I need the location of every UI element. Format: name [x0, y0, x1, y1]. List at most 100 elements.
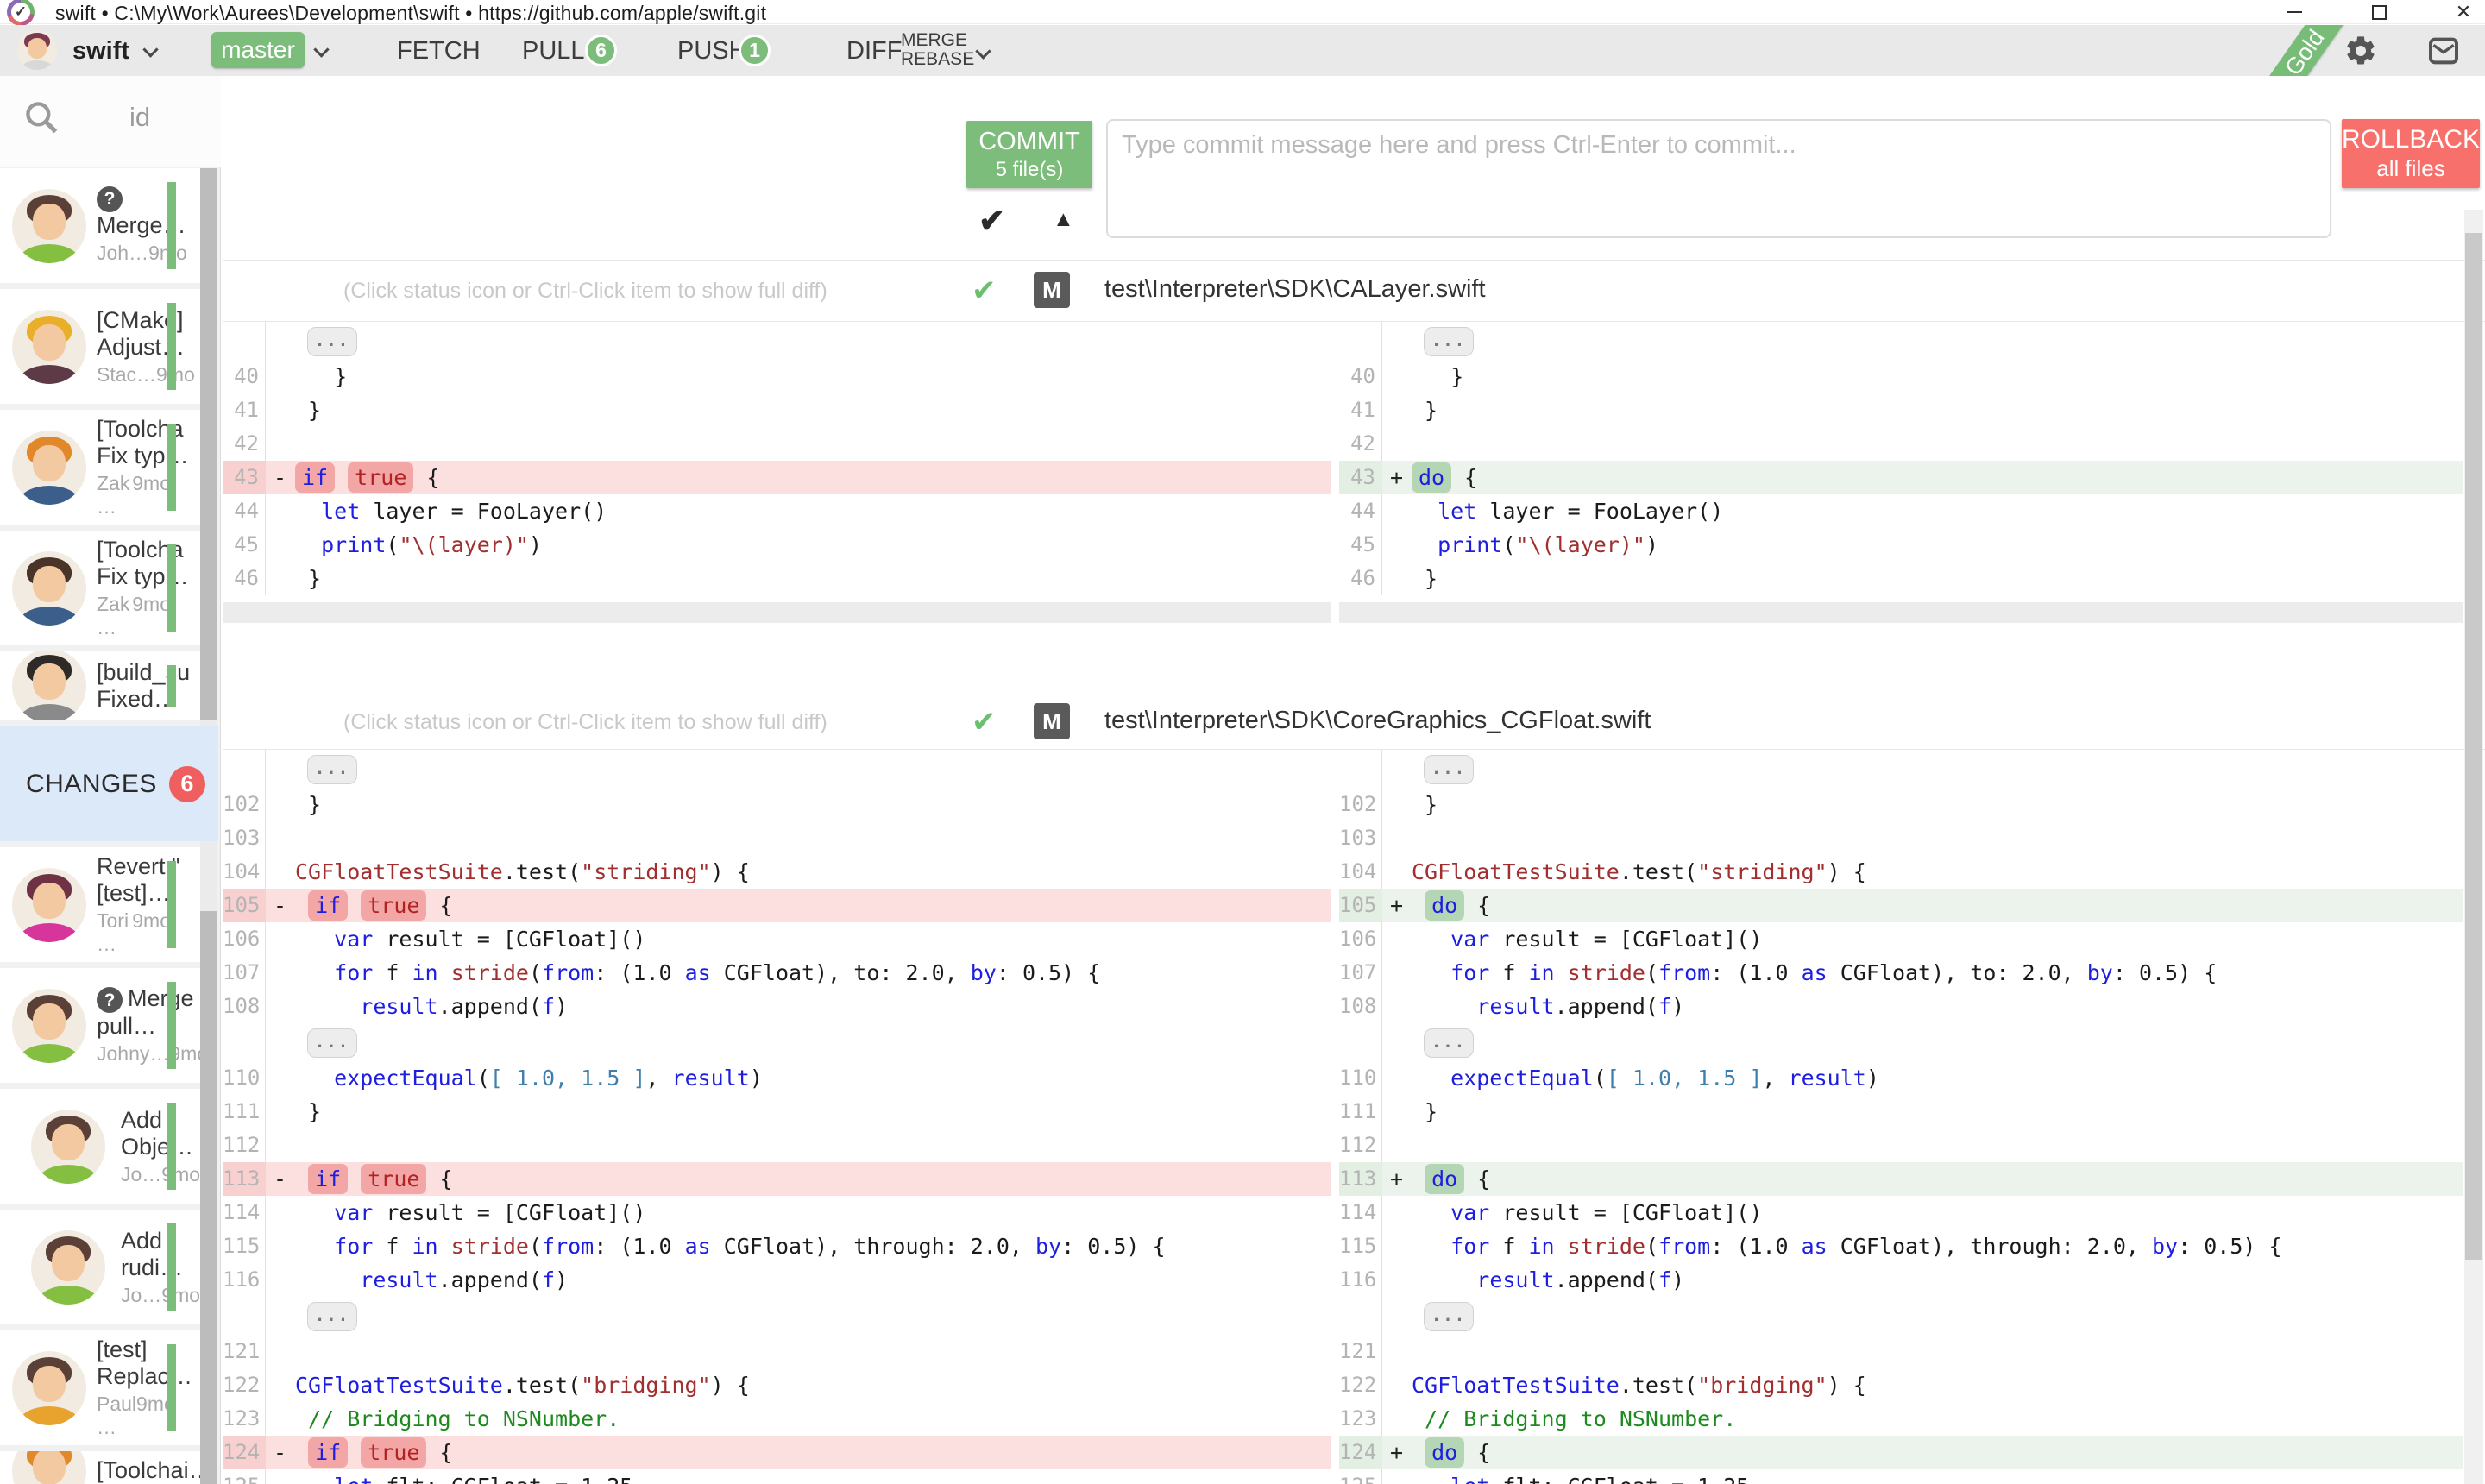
commit-list-item[interactable]: ?Mergepull…Johny…9mo [0, 968, 200, 1083]
maximize-button[interactable] [2368, 1, 2390, 23]
diff-expander[interactable]: ... [307, 327, 357, 356]
search-bar[interactable]: id [0, 76, 221, 167]
h-scrollbar[interactable] [1339, 602, 2463, 623]
diff-expander[interactable]: ... [1424, 755, 1474, 784]
diff-expander[interactable]: ... [307, 1028, 357, 1058]
diff-line: ... [223, 322, 1331, 360]
commit-title: Replac… [97, 1363, 174, 1390]
commit-meta: Zak …9mo [97, 593, 174, 639]
code-line: do { [1412, 1162, 2463, 1196]
commit-title: ?Merge [97, 985, 174, 1014]
line-number: 45 [223, 528, 266, 562]
commit-list-item[interactable]: Revert "[test]…Tori …9mo [0, 847, 200, 962]
file-status-check-icon[interactable]: ✔ [972, 274, 997, 308]
diff-marker: - [266, 889, 295, 922]
diff-marker [266, 1129, 295, 1162]
user-avatar[interactable] [17, 30, 57, 70]
diff-marker [1382, 1263, 1412, 1297]
rollback-button[interactable]: ROLLBACK all files [2342, 119, 2480, 188]
commit-button[interactable]: COMMIT 5 file(s) [966, 121, 1092, 188]
diff-marker [1382, 562, 1412, 595]
commit-list-item[interactable]: [Toolchai… [0, 1451, 200, 1484]
line-number: 124 [1339, 1436, 1382, 1469]
commit-list-item[interactable]: [CMake]Adjust…Stac…9mo [0, 289, 200, 404]
code-line: var result = [CGFloat]() [1412, 922, 2463, 956]
diff-expander[interactable]: ... [307, 1302, 357, 1331]
commit-text: [CMake]Adjust…Stac…9mo [97, 289, 174, 404]
diff-line: ... [1339, 1297, 2463, 1335]
file-modified-badge[interactable]: M [1034, 703, 1070, 739]
repo-selector[interactable]: swift [72, 37, 129, 66]
sidebar-item-changes[interactable]: CHANGES6 [0, 726, 218, 841]
line-number: 42 [223, 427, 266, 461]
stage-all-check-icon[interactable]: ✔ [978, 202, 1005, 239]
diff-line: 46 } [223, 562, 1331, 595]
code-line: ... [295, 750, 1331, 788]
diff-marker [1382, 788, 1412, 821]
diff-line: 112 [223, 1129, 1331, 1162]
diff-marker [266, 821, 295, 855]
diff-expander[interactable]: ... [1424, 1302, 1474, 1331]
avatar [31, 1230, 105, 1305]
diff-line: 122CGFloatTestSuite.test("bridging") { [1339, 1368, 2463, 1402]
collapse-caret-icon[interactable]: ▲ [1053, 207, 1074, 232]
code-line: ... [1412, 1023, 2463, 1061]
window-title: swift • C:\My\Work\Aurees\Development\sw… [55, 2, 766, 25]
code-line: do { [1412, 1436, 2463, 1469]
commit-text: Addrudi…Jo…9mo [121, 1210, 174, 1324]
commit-list-item[interactable]: [test]Replac…Paul …9mo [0, 1330, 200, 1445]
diff-marker [1382, 322, 1412, 360]
diff-expander[interactable]: ... [307, 755, 357, 784]
branch-chevron-icon[interactable] [313, 41, 329, 57]
main-scrollbar-thumb[interactable] [2465, 233, 2482, 1260]
commit-list-item[interactable]: [ToolchaFix typ…Zak …9mo [0, 410, 200, 525]
push-button[interactable]: PUSH [677, 37, 747, 66]
code-line: } [1412, 360, 2463, 393]
code-line: result.append(f) [1412, 1263, 2463, 1297]
diff-marker [1382, 1061, 1412, 1095]
h-scrollbar[interactable] [223, 602, 1331, 623]
diff-view: ...102 }103104CGFloatTestSuite.test("str… [223, 749, 2485, 1484]
merge-rebase-chevron-icon[interactable] [975, 43, 991, 59]
commit-list-item[interactable]: Addrudi…Jo…9mo [0, 1210, 200, 1324]
mail-icon[interactable] [2426, 34, 2461, 68]
diff-button[interactable]: DIFF [846, 37, 902, 66]
diff-line: 42 [1339, 427, 2463, 461]
close-button[interactable]: ✕ [2452, 1, 2475, 23]
diff-line: 114 var result = [CGFloat]() [1339, 1196, 2463, 1229]
merge-rebase-button[interactable]: MERGEREBASE [901, 31, 974, 69]
file-status-check-icon[interactable]: ✔ [972, 705, 997, 739]
commit-list-item[interactable]: AddObje…Jo…9mo [0, 1089, 200, 1204]
diff-expander[interactable]: ... [1424, 327, 1474, 356]
commit-list-item[interactable]: [build_suFixed… [0, 651, 200, 720]
diff-line: 45 print("\(layer)") [223, 528, 1331, 562]
diff-marker [266, 855, 295, 889]
repo-chevron-icon[interactable] [142, 41, 158, 57]
branch-badge[interactable]: master [211, 32, 305, 68]
pull-button[interactable]: PULL [522, 37, 585, 66]
search-input[interactable]: id [129, 102, 150, 133]
diff-marker [1382, 956, 1412, 990]
line-number: 45 [1339, 528, 1382, 562]
file-modified-badge[interactable]: M [1034, 272, 1070, 308]
commit-list-item[interactable]: [ToolchaFix typ…Zak …9mo [0, 531, 200, 645]
code-line: // Bridging to NSNumber. [295, 1402, 1331, 1436]
fetch-button[interactable]: FETCH [397, 37, 481, 66]
code-line: if true { [295, 461, 1331, 494]
diff-line: 125 let flt: CGFloat = 1.25 [1339, 1469, 2463, 1484]
commit-message-input[interactable] [1106, 119, 2331, 238]
avatar [12, 651, 86, 720]
settings-gear-icon[interactable] [2343, 34, 2378, 68]
avatar [12, 310, 86, 384]
search-icon[interactable] [22, 98, 60, 136]
line-number: 125 [1339, 1469, 1382, 1484]
diff-line: 112 [1339, 1129, 2463, 1162]
line-number: 107 [1339, 956, 1382, 990]
commit-text: [ToolchaFix typ…Zak …9mo [97, 410, 174, 525]
diff-expander[interactable]: ... [1424, 1028, 1474, 1058]
code-line: let flt: CGFloat = 1.25 [295, 1469, 1331, 1484]
commit-meta: Joh…9mo [97, 242, 174, 265]
main-panel: COMMIT 5 file(s) ✔ ▲ ROLLBACK all files … [223, 76, 2485, 1484]
commit-list-item[interactable]: ?Merge…Joh…9mo [0, 168, 200, 283]
minimize-button[interactable] [2283, 1, 2306, 23]
